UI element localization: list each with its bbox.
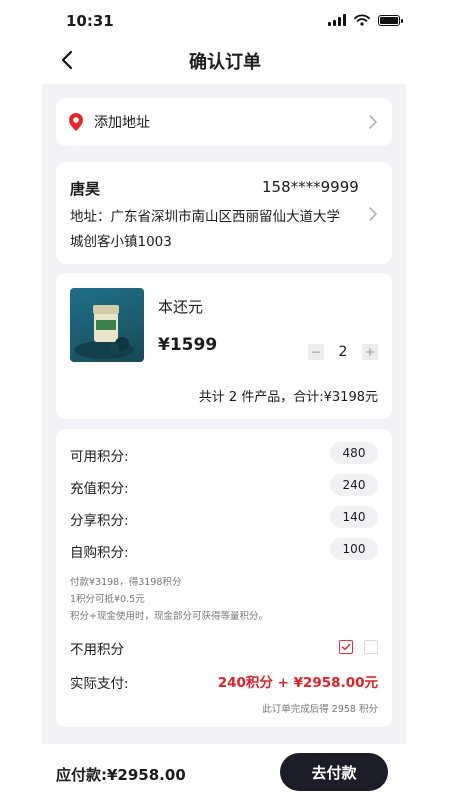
address-card[interactable]: 唐昊 158****9999 地址：广东省深圳市南山区西丽留仙大道大学 城创客小…: [56, 162, 392, 264]
points-value: 480: [330, 442, 378, 464]
points-label: 可用积分:: [70, 449, 129, 465]
battery-icon: [378, 14, 403, 26]
recipient-phone: 158****9999: [262, 178, 359, 196]
points-value: 240: [330, 474, 378, 496]
status-time: 10:31: [66, 12, 114, 30]
points-row-share: 分享积分: 140: [70, 506, 378, 530]
points-label: 自购积分:: [70, 545, 129, 561]
add-address-label: 添加地址: [94, 115, 150, 131]
quantity-value[interactable]: 2: [324, 344, 362, 360]
points-row-self-purchase: 自购积分: 100: [70, 538, 378, 562]
nav-bar: 确认订单: [0, 40, 450, 80]
pay-button[interactable]: 去付款: [280, 753, 388, 791]
quantity-stepper: − 2 +: [308, 342, 378, 362]
status-icons: [328, 14, 403, 26]
order-content: 添加地址 唐昊 158****9999 地址：广东省深圳市南山区西丽留仙大道大学…: [42, 84, 406, 744]
status-bar: 10:31: [0, 0, 450, 44]
decrease-button[interactable]: −: [308, 344, 324, 360]
amount-due: 应付款:¥2958.00: [56, 766, 186, 784]
chevron-right-icon: [369, 115, 377, 129]
product-price: ¥1599: [158, 335, 218, 355]
increase-button[interactable]: +: [362, 344, 378, 360]
points-row-available: 可用积分: 480: [70, 442, 378, 466]
product-image: [70, 288, 144, 362]
points-note: 1积分可抵¥0.5元: [70, 594, 145, 605]
address-line-2: 城创客小镇1003: [70, 234, 172, 250]
points-value: 100: [330, 538, 378, 560]
actual-pay-label: 实际支付:: [70, 676, 129, 692]
wifi-icon: [354, 14, 370, 26]
checkmark-icon: [341, 643, 351, 651]
points-label: 分享积分:: [70, 513, 129, 529]
chevron-right-icon: [369, 207, 377, 221]
points-note: 积分+现金使用时，现金部分可获得等量积分。: [70, 611, 268, 622]
order-summary: 共计 2 件产品，合计:¥3198元: [198, 390, 378, 405]
actual-pay-value: 240积分 + ¥2958.00元: [217, 675, 378, 691]
points-row-recharge: 充值积分: 240: [70, 474, 378, 498]
points-value: 140: [330, 506, 378, 528]
location-pin-icon: [69, 113, 83, 131]
no-points-label: 不用积分: [70, 642, 124, 658]
earn-points-note: 此订单完成后得 2958 积分: [262, 704, 378, 715]
checkout-bar: 应付款:¥2958.00 去付款: [0, 744, 450, 800]
product-name: 本还元: [158, 298, 204, 316]
points-card: 可用积分: 480 充值积分: 240 分享积分: 140 自购积分: 100 …: [56, 429, 392, 727]
page-title: 确认订单: [189, 52, 261, 73]
add-address-row[interactable]: 添加地址: [56, 98, 392, 146]
points-label: 充值积分:: [70, 481, 129, 497]
no-points-checkbox[interactable]: [364, 640, 378, 654]
signal-icon: [328, 14, 346, 26]
address-line-1: 地址：广东省深圳市南山区西丽留仙大道大学: [70, 209, 340, 225]
points-note: 付款¥3198，得3198积分: [70, 577, 182, 588]
recipient-name: 唐昊: [70, 180, 101, 198]
product-card: 本还元 ¥1599 − 2 + 共计 2 件产品，合计:¥3198元: [56, 273, 392, 419]
use-points-checkbox[interactable]: [339, 640, 353, 654]
